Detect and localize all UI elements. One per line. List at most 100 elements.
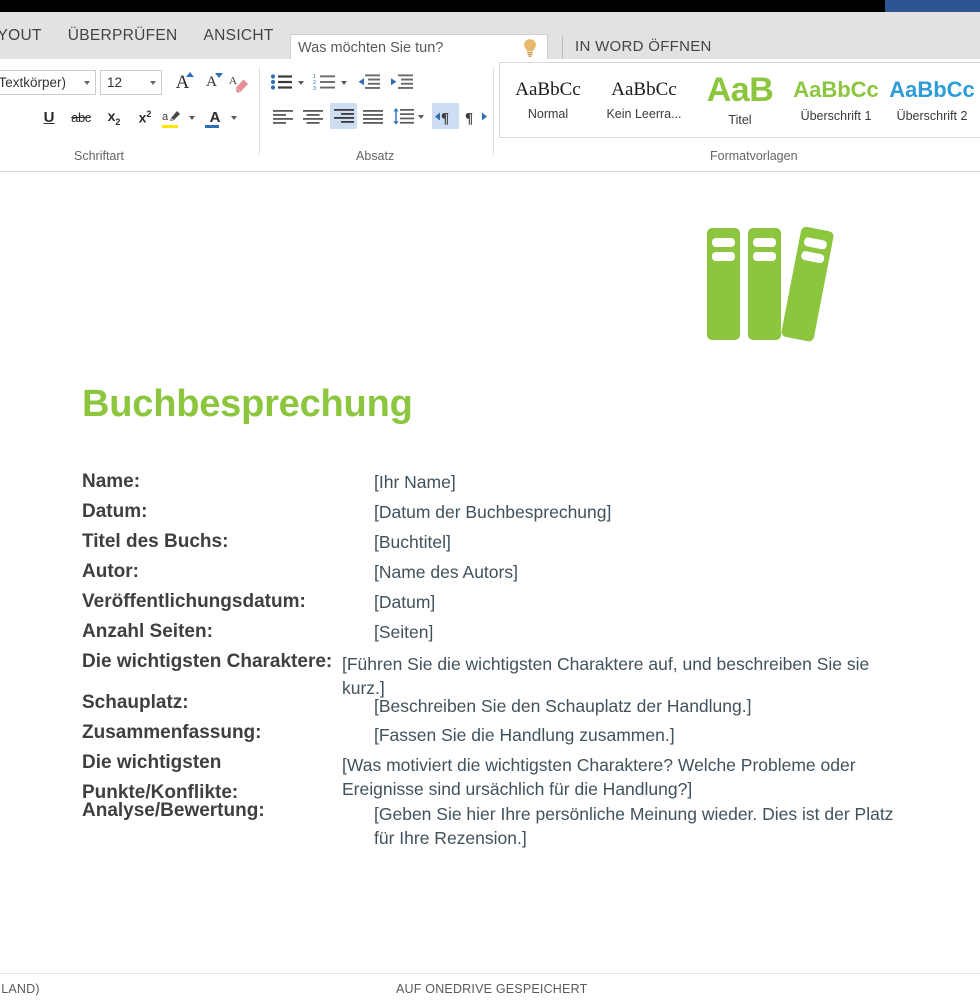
- field-value[interactable]: [Ihr Name]: [374, 467, 912, 494]
- titlebar-accent-block: [885, 0, 980, 12]
- field-row: Veröffentlichungsdatum: [Datum]: [82, 587, 912, 617]
- books-icon: [705, 220, 850, 350]
- document-canvas[interactable]: Buchbesprechung Name: [Ihr Name] Datum: …: [0, 173, 980, 973]
- decrease-font-size-icon[interactable]: A: [199, 70, 224, 95]
- field-row: Analyse/Bewertung: [Geben Sie hier Ihre …: [82, 796, 912, 850]
- ribbon-group-label-styles: Formatvorlagen: [710, 149, 798, 163]
- clear-formatting-icon[interactable]: A: [227, 70, 253, 95]
- word-online-window: AYOUT ÜBERPRÜFEN ANSICHT Was möchten Sie…: [0, 0, 980, 1005]
- chevron-down-icon[interactable]: [298, 81, 304, 85]
- right-to-left-text-icon[interactable]: ¶: [463, 105, 488, 128]
- numbered-list-icon[interactable]: 1 2 3: [312, 71, 338, 93]
- svg-text:A: A: [229, 75, 237, 87]
- lightbulb-icon: [517, 37, 543, 59]
- chevron-down-icon[interactable]: [341, 81, 347, 85]
- field-row: Anzahl Seiten: [Seiten]: [82, 617, 912, 647]
- style-title[interactable]: AaB Titel: [692, 64, 788, 136]
- subscript-icon[interactable]: x2: [102, 105, 126, 129]
- styles-gallery: AaBbCc Normal AaBbCc Kein Leerra... AaB …: [499, 62, 980, 138]
- font-color-icon[interactable]: A: [202, 105, 228, 129]
- field-label: Autor:: [82, 557, 374, 587]
- chevron-down-icon[interactable]: [418, 115, 424, 119]
- style-heading-1[interactable]: AaBbCc Überschrift 1: [788, 64, 884, 136]
- left-to-right-text-icon[interactable]: ¶: [432, 103, 459, 129]
- field-value[interactable]: [Was motiviert die wichtigsten Charakter…: [342, 748, 912, 801]
- style-preview: AaBbCc: [611, 79, 676, 101]
- ribbon-tabs: AYOUT ÜBERPRÜFEN ANSICHT: [0, 12, 300, 59]
- style-label: Titel: [728, 113, 751, 127]
- tab-layout[interactable]: AYOUT: [0, 27, 68, 45]
- field-label: Analyse/Bewertung:: [82, 796, 374, 826]
- style-no-spacing[interactable]: AaBbCc Kein Leerra...: [596, 64, 692, 136]
- style-label: Überschrift 1: [801, 109, 872, 123]
- align-center-icon[interactable]: [300, 105, 325, 128]
- field-label: Die wichtigsten Charaktere:: [82, 647, 342, 677]
- style-preview: AaB: [707, 73, 774, 107]
- field-value[interactable]: [Datum der Buchbesprechung]: [374, 497, 912, 524]
- field-label: Titel des Buchs:: [82, 527, 374, 557]
- field-label: Datum:: [82, 497, 374, 527]
- field-label: Anzahl Seiten:: [82, 617, 374, 647]
- tell-me-search-box[interactable]: Was möchten Sie tun?: [290, 34, 548, 61]
- svg-text:3: 3: [313, 86, 316, 91]
- open-in-word-button[interactable]: IN WORD ÖFFNEN: [575, 38, 712, 55]
- bulleted-list-icon[interactable]: [269, 71, 295, 93]
- align-right-icon[interactable]: [330, 103, 357, 129]
- strikethrough-icon[interactable]: abc: [67, 105, 95, 129]
- field-label: Schauplatz:: [82, 688, 374, 718]
- font-size-combo[interactable]: 12: [100, 70, 162, 95]
- align-left-icon[interactable]: [270, 105, 295, 128]
- field-value[interactable]: [Fassen Sie die Handlung zusammen.]: [374, 718, 912, 747]
- field-label: Name:: [82, 467, 374, 497]
- triangle-up-icon: [186, 72, 194, 77]
- style-label: Normal: [528, 107, 568, 121]
- superscript-icon[interactable]: x2: [133, 105, 157, 129]
- line-spacing-icon[interactable]: [390, 105, 415, 128]
- increase-indent-icon[interactable]: [389, 71, 415, 93]
- decrease-indent-icon[interactable]: [356, 71, 382, 93]
- ribbon-group-label-paragraph: Absatz: [356, 149, 394, 163]
- font-color-swatch: [205, 125, 219, 128]
- toolbar-divider: [562, 36, 563, 60]
- increase-font-size-icon[interactable]: A: [170, 70, 195, 95]
- field-value[interactable]: [Buchtitel]: [374, 527, 912, 554]
- underline-icon[interactable]: U: [37, 105, 61, 129]
- font-name-value: (Textkörper): [0, 75, 66, 90]
- svg-text:a: a: [162, 111, 169, 123]
- field-row: Titel des Buchs: [Buchtitel]: [82, 527, 912, 557]
- field-value[interactable]: [Datum]: [374, 587, 912, 614]
- triangle-down-icon: [215, 73, 223, 78]
- style-preview: AaBbCc: [515, 79, 580, 101]
- tell-me-input[interactable]: Was möchten Sie tun?: [291, 40, 517, 56]
- book-report-fields: Name: [Ihr Name] Datum: [Datum der Buchb…: [82, 467, 912, 850]
- field-row: Schauplatz: [Beschreiben Sie den Schaupl…: [82, 688, 912, 718]
- chevron-down-icon[interactable]: [189, 116, 195, 120]
- field-label: Zusammenfassung:: [82, 718, 374, 748]
- chevron-down-icon[interactable]: [84, 81, 90, 85]
- ribbon-tab-strip: AYOUT ÜBERPRÜFEN ANSICHT Was möchten Sie…: [0, 12, 980, 59]
- field-value[interactable]: [Name des Autors]: [374, 557, 912, 584]
- ribbon-group-paragraph: 1 2 3: [260, 59, 493, 172]
- field-row: Autor: [Name des Autors]: [82, 557, 912, 587]
- style-label: Überschrift 2: [897, 109, 968, 123]
- ribbon-body: (Textkörper) 12 A A A: [0, 59, 980, 172]
- chevron-down-icon[interactable]: [150, 81, 156, 85]
- style-heading-2[interactable]: AaBbCc Überschrift 2: [884, 64, 980, 136]
- field-row: Name: [Ihr Name]: [82, 467, 912, 497]
- tab-ueberpruefen[interactable]: ÜBERPRÜFEN: [68, 27, 204, 45]
- align-justify-icon[interactable]: [360, 105, 385, 128]
- font-name-combo[interactable]: (Textkörper): [0, 70, 96, 95]
- tab-ansicht[interactable]: ANSICHT: [204, 27, 300, 45]
- field-row: Zusammenfassung: [Fassen Sie die Handlun…: [82, 718, 912, 748]
- field-value[interactable]: [Geben Sie hier Ihre persönliche Meinung…: [374, 796, 912, 850]
- field-value[interactable]: [Beschreiben Sie den Schauplatz der Hand…: [374, 688, 912, 718]
- field-value[interactable]: [Seiten]: [374, 617, 912, 644]
- status-language[interactable]: HLAND): [0, 982, 40, 996]
- style-preview: AaBbCc: [889, 77, 975, 103]
- highlight-color-swatch: [162, 125, 178, 128]
- chevron-down-icon[interactable]: [231, 116, 237, 120]
- style-normal[interactable]: AaBbCc Normal: [500, 64, 596, 136]
- text-highlight-color-icon[interactable]: a: [160, 105, 186, 129]
- ribbon-group-styles: AaBbCc Normal AaBbCc Kein Leerra... AaB …: [494, 59, 980, 172]
- document-title[interactable]: Buchbesprechung: [82, 383, 413, 426]
